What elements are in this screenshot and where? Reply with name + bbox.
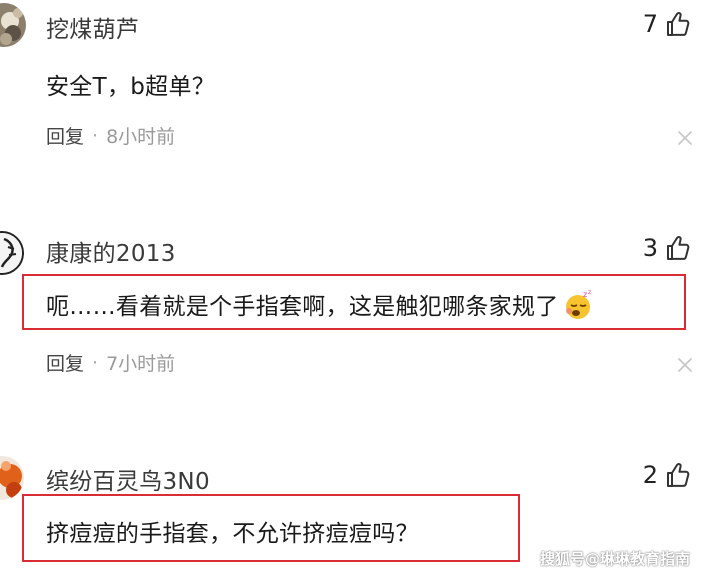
comment-time: 7小时前: [106, 353, 176, 375]
comment-text: 安全T，b超单？: [46, 74, 216, 100]
comment-feed: 挖煤葫芦 7 安全T，b超单？ 回复 · 8小时前 康康的2013 3 呃……看…: [0, 0, 714, 580]
comment-meta: 回复 · 8小时前: [46, 122, 175, 149]
thumbs-up-icon[interactable]: [666, 11, 690, 37]
comment-meta: 回复 · 7小时前: [46, 349, 175, 376]
svg-text:z: z: [588, 289, 591, 296]
comment-text: 呃……看着就是个手指套啊，这是触犯哪条家规了 z z: [46, 287, 595, 327]
username[interactable]: 康康的2013: [46, 234, 176, 268]
like-button[interactable]: 3: [638, 232, 690, 264]
like-button[interactable]: 2: [638, 459, 690, 491]
username[interactable]: 缤纷百灵鸟3N0: [46, 462, 210, 496]
like-count: 7: [642, 10, 658, 38]
username[interactable]: 挖煤葫芦: [46, 10, 139, 44]
reply-button[interactable]: 回复: [46, 122, 84, 149]
comment-time: 8小时前: [106, 126, 176, 148]
like-button[interactable]: 7: [638, 8, 690, 40]
svg-text:z: z: [583, 290, 588, 299]
meta-separator: ·: [92, 124, 99, 147]
user-avatar[interactable]: [0, 456, 24, 500]
thumbs-up-icon[interactable]: [666, 235, 690, 261]
user-avatar[interactable]: [0, 3, 26, 47]
watermark: 搜狐号@琳琳教育指南: [540, 550, 691, 568]
close-icon[interactable]: [676, 356, 694, 374]
user-avatar[interactable]: [0, 231, 24, 275]
like-count: 2: [642, 461, 658, 489]
sleepy-face-icon: z z: [561, 289, 595, 327]
comment-text-content: 呃……看着就是个手指套啊，这是触犯哪条家规了: [46, 294, 559, 320]
close-icon[interactable]: [676, 129, 694, 147]
comment-text: 挤痘痘的手指套，不允许挤痘痘吗？: [46, 521, 419, 547]
reply-button[interactable]: 回复: [46, 349, 84, 376]
meta-separator: ·: [92, 351, 99, 374]
avatar-image: [0, 233, 22, 273]
like-count: 3: [642, 234, 658, 262]
avatar-image: [0, 3, 26, 47]
thumbs-up-icon[interactable]: [666, 462, 690, 488]
avatar-image: [0, 456, 24, 500]
